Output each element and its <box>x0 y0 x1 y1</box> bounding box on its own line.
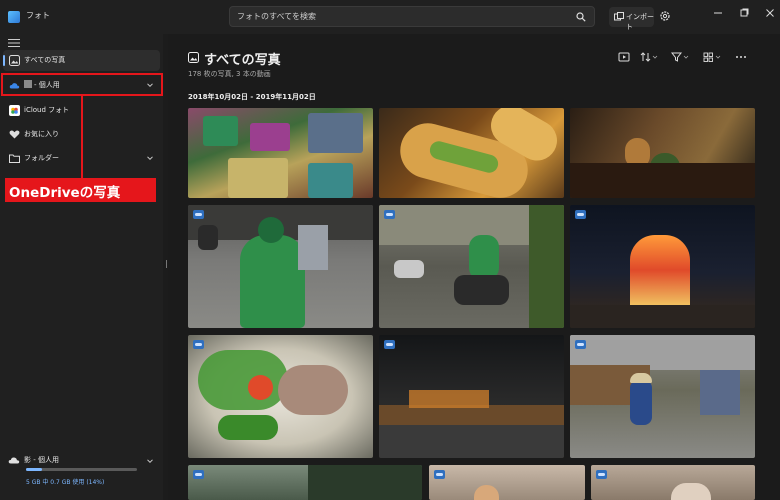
onedrive-badge-icon <box>193 470 204 479</box>
onedrive-badge-icon <box>193 210 204 219</box>
icloud-icon <box>9 105 20 116</box>
hamburger-menu-icon[interactable] <box>8 38 20 48</box>
photo-thumbnail[interactable] <box>379 108 564 198</box>
onedrive-badge-icon <box>384 340 395 349</box>
storage-usage-text: 5 GB 中 0.7 GB 使用 (14%) <box>26 479 105 486</box>
sidebar-item-all-photos[interactable]: すべての写真 <box>3 50 160 71</box>
main-content: すべての写真 178 枚の写真, 3 本の動画 2018年10月02日 - 20… <box>168 34 780 500</box>
photo-thumbnail[interactable] <box>379 335 564 458</box>
sort-icon[interactable] <box>640 51 658 63</box>
onedrive-badge-icon <box>193 340 204 349</box>
photo-thumbnail[interactable] <box>570 205 755 328</box>
photo-thumbnail[interactable] <box>570 335 755 458</box>
photo-thumbnail[interactable] <box>188 205 373 328</box>
storage-progress-fill <box>26 468 42 471</box>
sidebar-item-label: フォルダー <box>24 154 59 162</box>
folder-icon <box>9 154 20 163</box>
date-range-header: 2018年10月02日 - 2019年11月02日 <box>188 93 316 101</box>
photo-icon <box>9 55 20 66</box>
onedrive-badge-icon <box>384 210 395 219</box>
sidebar-item-label: お気に入り <box>24 130 59 138</box>
more-options-icon[interactable] <box>735 51 747 63</box>
import-label: インポート <box>626 13 654 31</box>
maximize-icon[interactable] <box>737 6 751 20</box>
close-icon[interactable] <box>763 6 777 20</box>
sidebar-item-label: iCloud フォト <box>24 106 70 114</box>
photo-thumbnail[interactable] <box>188 335 373 458</box>
photo-thumbnail[interactable] <box>570 108 755 198</box>
gear-icon[interactable] <box>659 10 671 22</box>
highlight-box <box>1 73 163 96</box>
photo-thumbnail[interactable] <box>379 205 564 328</box>
title-bar: フォト フォトのすべてを検索 インポート <box>0 0 780 34</box>
annotation-callout: OneDriveの写真 <box>5 178 156 202</box>
chevron-down-icon[interactable] <box>146 154 154 162</box>
onedrive-badge-icon <box>596 470 607 479</box>
onedrive-badge-icon <box>434 470 445 479</box>
search-icon[interactable] <box>576 12 586 22</box>
photo-thumbnail[interactable] <box>429 465 585 500</box>
photos-app-icon <box>8 11 20 23</box>
page-subtitle: 178 枚の写真, 3 本の動画 <box>188 70 271 78</box>
photo-thumbnail[interactable] <box>188 108 373 198</box>
sidebar-item-label: すべての写真 <box>24 56 66 64</box>
active-indicator <box>3 55 5 66</box>
import-icon <box>614 12 624 21</box>
cloud-icon <box>8 457 20 464</box>
heart-icon <box>9 130 20 139</box>
import-button[interactable]: インポート <box>609 7 654 31</box>
minimize-icon[interactable] <box>711 6 725 20</box>
view-options-icon[interactable] <box>703 51 721 63</box>
storage-account-label: 影 - 個人用 <box>24 456 59 464</box>
slideshow-icon[interactable] <box>618 51 630 63</box>
page-title: すべての写真 <box>204 53 281 68</box>
storage-panel[interactable]: 影 - 個人用 5 GB 中 0.7 GB 使用 (14%) <box>0 454 163 500</box>
app-title: フォト <box>26 11 50 20</box>
photo-thumbnail[interactable] <box>188 465 422 500</box>
storage-progress-bar <box>26 468 137 471</box>
onedrive-badge-icon <box>575 210 586 219</box>
search-input[interactable]: フォトのすべてを検索 <box>237 11 316 22</box>
search-box[interactable]: フォトのすべてを検索 <box>229 6 595 27</box>
photo-icon <box>188 52 199 63</box>
onedrive-badge-icon <box>575 340 586 349</box>
callout-connector-line <box>81 96 83 178</box>
photo-thumbnail[interactable] <box>591 465 755 500</box>
filter-icon[interactable] <box>671 51 689 63</box>
chevron-down-icon[interactable] <box>146 457 154 465</box>
